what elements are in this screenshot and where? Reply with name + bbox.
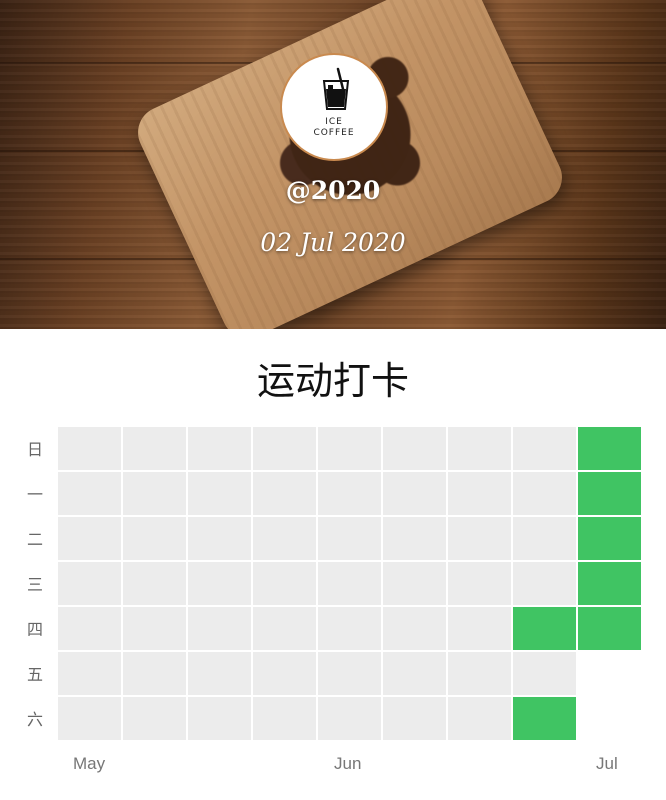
heatmap-cell[interactable] — [513, 652, 576, 695]
heatmap-cell[interactable] — [123, 562, 186, 605]
heatmap-cell[interactable] — [513, 427, 576, 470]
heatmap-cell[interactable] — [578, 562, 641, 605]
heatmap-cell[interactable] — [578, 607, 641, 650]
section-title: 运动打卡 — [256, 359, 409, 403]
heatmap-cell[interactable] — [578, 517, 641, 560]
weekday-label: 四 — [26, 620, 43, 639]
heatmap-cell[interactable] — [58, 427, 121, 470]
heatmap-cell[interactable] — [383, 562, 446, 605]
weekday-label: 日 — [26, 440, 43, 459]
heatmap-cell[interactable] — [578, 697, 641, 740]
heatmap-cell[interactable] — [188, 427, 251, 470]
heatmap-cell[interactable] — [318, 517, 381, 560]
heatmap-cell[interactable] — [58, 607, 121, 650]
heatmap-cell[interactable] — [578, 427, 641, 470]
heatmap-cell[interactable] — [448, 562, 511, 605]
heatmap-cell[interactable] — [253, 697, 316, 740]
heatmap-cell[interactable] — [253, 562, 316, 605]
heatmap-cell[interactable] — [513, 607, 576, 650]
heatmap-cell[interactable] — [318, 652, 381, 695]
post-date: 02 Jul 2020 — [260, 228, 406, 257]
heatmap-cell[interactable] — [448, 472, 511, 515]
heatmap-cell[interactable] — [188, 472, 251, 515]
heatmap-cell[interactable] — [58, 562, 121, 605]
heatmap-cell[interactable] — [383, 697, 446, 740]
logo-text-ice: ICE — [325, 117, 343, 127]
heatmap-cell[interactable] — [513, 562, 576, 605]
coffee-glass-icon — [322, 67, 350, 110]
heatmap-cell[interactable] — [123, 472, 186, 515]
weekday-label: 二 — [26, 530, 43, 549]
weekday-label: 三 — [26, 575, 43, 594]
heatmap-cell[interactable] — [123, 427, 186, 470]
heatmap-cell[interactable] — [318, 472, 381, 515]
heatmap-cell[interactable] — [383, 472, 446, 515]
month-label: Jul — [596, 754, 618, 773]
heatmap-cell[interactable] — [188, 652, 251, 695]
heatmap-cell[interactable] — [123, 652, 186, 695]
heatmap-cell[interactable] — [383, 517, 446, 560]
heatmap-cell[interactable] — [383, 652, 446, 695]
heatmap-cell[interactable] — [318, 607, 381, 650]
month-label: Jun — [334, 754, 362, 773]
weekday-label: 六 — [26, 710, 43, 729]
heatmap-cell[interactable] — [188, 562, 251, 605]
heatmap-cell[interactable] — [253, 607, 316, 650]
heatmap-cell[interactable] — [123, 697, 186, 740]
ice-coffee-logo: ICE COFFEE — [280, 53, 388, 161]
heatmap-cell[interactable] — [383, 607, 446, 650]
heatmap-cell[interactable] — [513, 472, 576, 515]
heatmap-cell[interactable] — [578, 472, 641, 515]
heatmap-cell[interactable] — [383, 427, 446, 470]
heatmap-cell[interactable] — [318, 562, 381, 605]
heatmap-cell[interactable] — [318, 697, 381, 740]
user-handle: @2020 — [285, 176, 381, 205]
heatmap-cell[interactable] — [448, 697, 511, 740]
heatmap-cell[interactable] — [448, 517, 511, 560]
heatmap-cell[interactable] — [513, 517, 576, 560]
heatmap-cell[interactable] — [58, 517, 121, 560]
heatmap-cell[interactable] — [253, 427, 316, 470]
heatmap-cell[interactable] — [578, 652, 641, 695]
heatmap-cell[interactable] — [253, 652, 316, 695]
heatmap-cell[interactable] — [58, 472, 121, 515]
heatmap-cell[interactable] — [448, 427, 511, 470]
heatmap-cell[interactable] — [448, 607, 511, 650]
heatmap-cell[interactable] — [318, 427, 381, 470]
heatmap-cell[interactable] — [513, 697, 576, 740]
heatmap-cell[interactable] — [58, 697, 121, 740]
heatmap-cell[interactable] — [123, 607, 186, 650]
hero-banner: ICE COFFEE @2020 02 Jul 2020 — [0, 0, 666, 329]
heatmap-cell[interactable] — [448, 652, 511, 695]
heatmap-cell[interactable] — [123, 517, 186, 560]
heatmap-cell[interactable] — [253, 517, 316, 560]
weekday-label: 五 — [26, 665, 43, 684]
heatmap-cell[interactable] — [188, 607, 251, 650]
heatmap-cell[interactable] — [253, 472, 316, 515]
month-label: May — [73, 754, 106, 773]
heatmap-cell[interactable] — [58, 652, 121, 695]
checkin-heatmap — [58, 427, 641, 743]
heatmap-cell[interactable] — [188, 697, 251, 740]
logo-text-coffee: COFFEE — [313, 128, 355, 138]
heatmap-cell[interactable] — [188, 517, 251, 560]
weekday-label: 一 — [26, 485, 43, 504]
